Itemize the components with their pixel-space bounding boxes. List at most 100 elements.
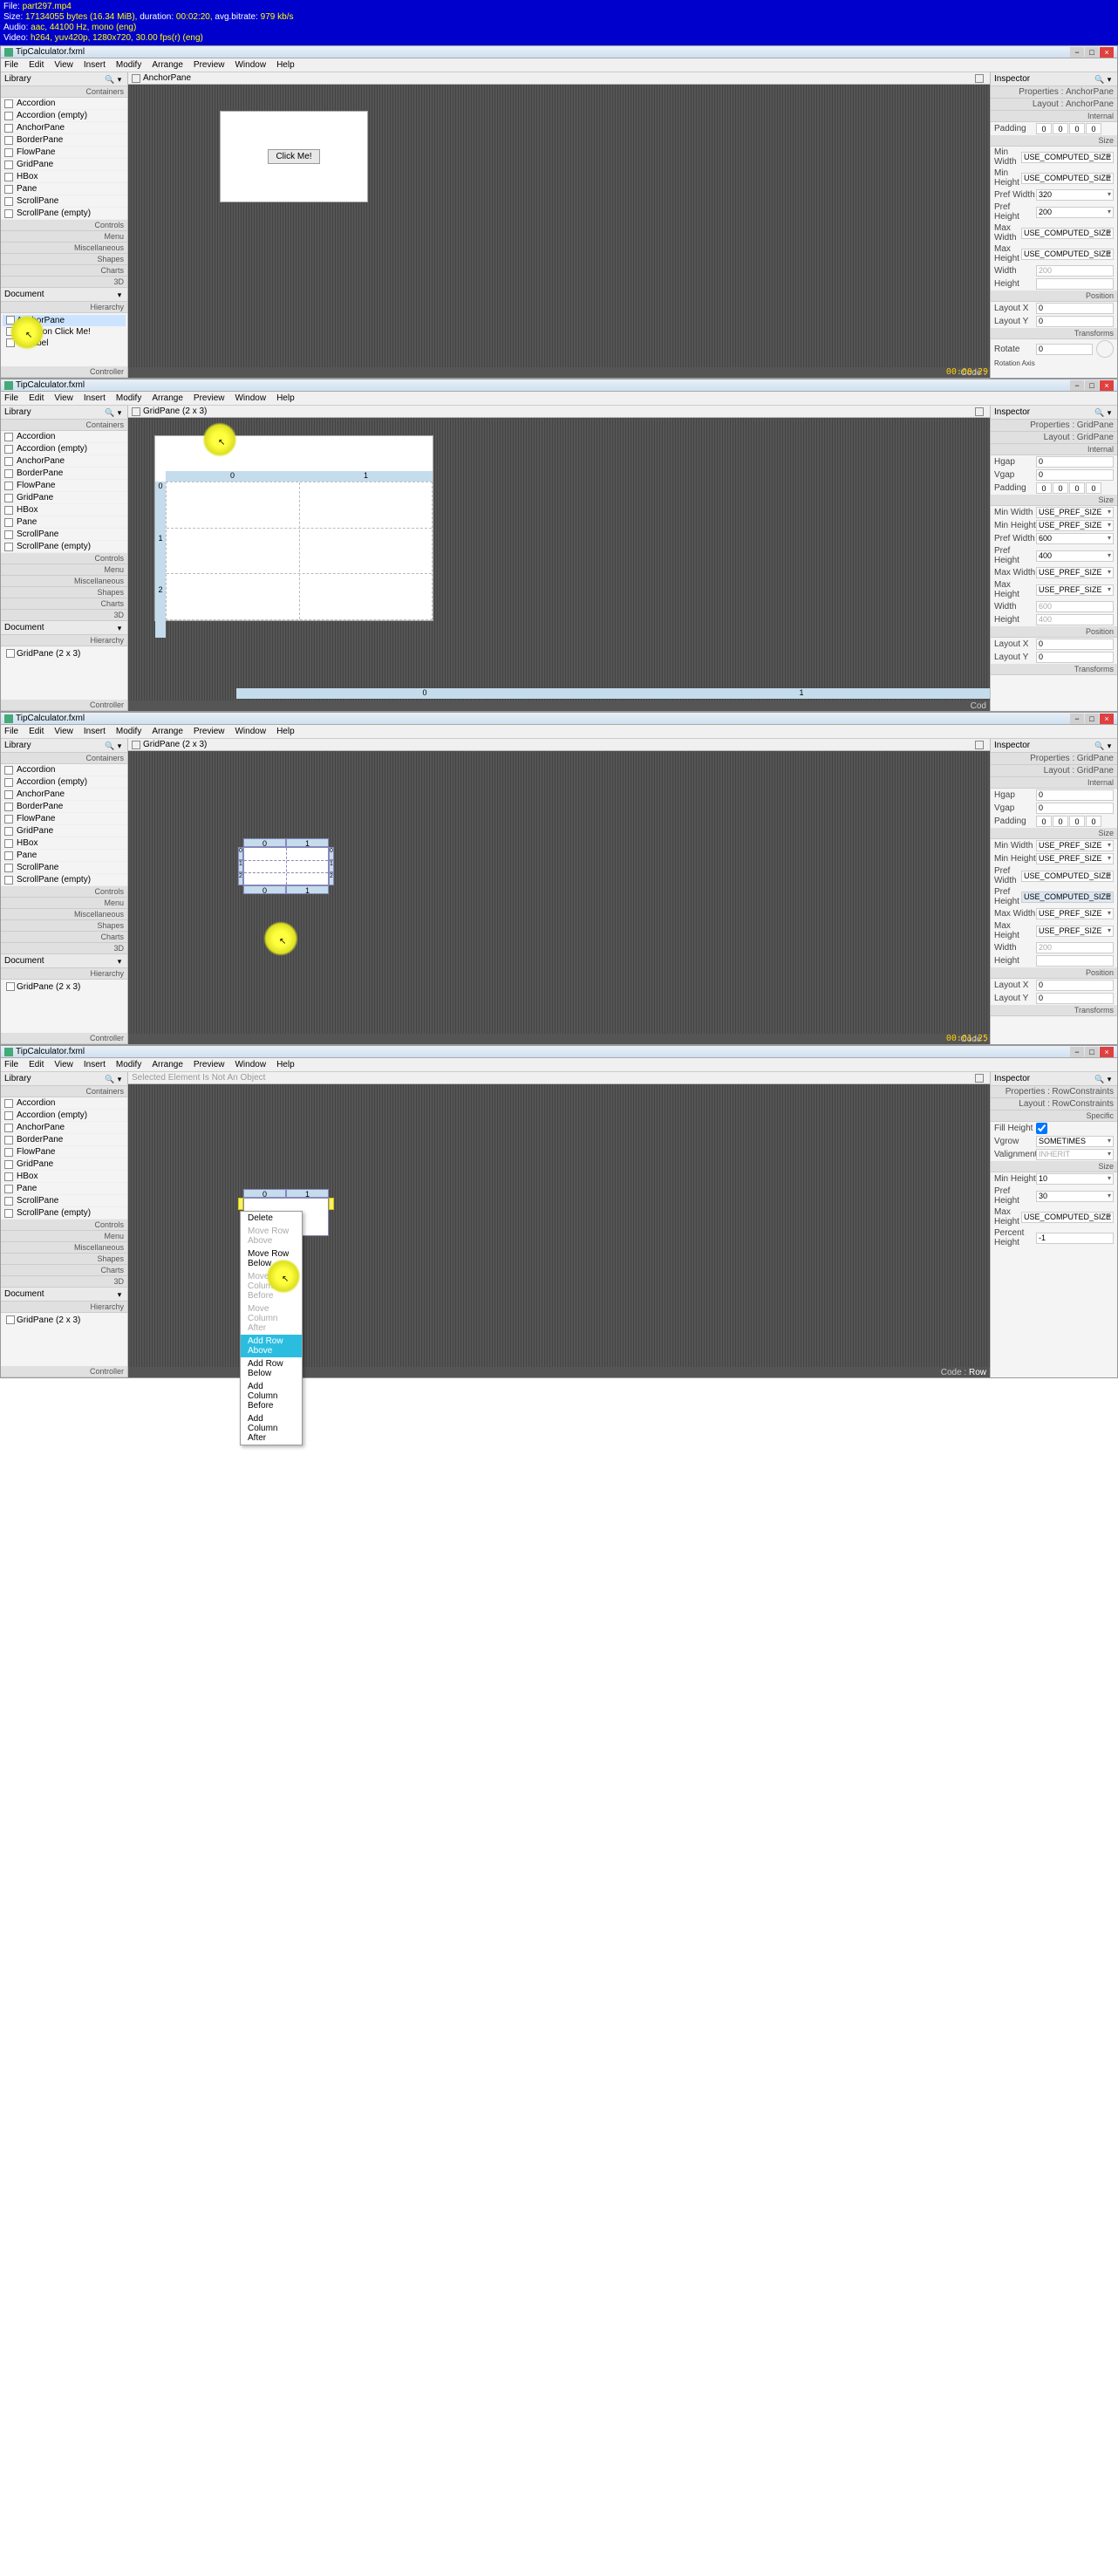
section-containers[interactable]: Containers <box>1 1086 127 1097</box>
menu-icon[interactable]: ▾ <box>1105 1075 1114 1083</box>
row-header-strip[interactable]: 0 1 2 <box>155 482 166 638</box>
titlebar[interactable]: TipCalculator.fxml − □ × <box>1 46 1117 58</box>
grid-body[interactable] <box>243 847 329 885</box>
menu-file[interactable]: File <box>4 393 18 403</box>
rotate-dial[interactable] <box>1096 340 1114 358</box>
min-height-input[interactable]: USE_COMPUTED_SIZE <box>1021 173 1114 184</box>
padding-bottom[interactable] <box>1069 816 1085 827</box>
ctx-delete[interactable]: Delete <box>241 1212 302 1225</box>
padding-right[interactable] <box>1053 482 1068 494</box>
gridpane-canvas[interactable]: 0 1 0 1 2 <box>154 435 433 621</box>
padding-right[interactable] <box>1053 816 1068 827</box>
menu-window[interactable]: Window <box>235 1060 266 1069</box>
section-misc[interactable]: Miscellaneous <box>1 243 127 254</box>
lib-item[interactable]: Accordion <box>1 431 127 443</box>
section-shapes[interactable]: Shapes <box>1 587 127 598</box>
min-height-input[interactable]: 10 <box>1036 1173 1114 1185</box>
lib-item[interactable]: HBox <box>1 171 127 183</box>
menu-view[interactable]: View <box>54 60 73 70</box>
rotate-input[interactable]: 0 <box>1036 344 1093 355</box>
max-height-input[interactable]: USE_PREF_SIZE <box>1036 584 1114 596</box>
menu-insert[interactable]: Insert <box>84 393 106 403</box>
click-me-button[interactable]: Click Me! <box>268 149 319 164</box>
search-icon[interactable]: 🔍 <box>105 1075 113 1083</box>
row-header-selected-right[interactable] <box>329 1198 334 1210</box>
tree-item-gridpane[interactable]: GridPane (2 x 3) <box>3 981 126 993</box>
menu-window[interactable]: Window <box>235 727 266 736</box>
section-charts[interactable]: Charts <box>1 265 127 277</box>
ctx-add-col-after[interactable]: Add Column After <box>241 1412 302 1445</box>
lib-item[interactable]: FlowPane <box>1 480 127 492</box>
pref-width-input[interactable]: USE_COMPUTED_SIZE <box>1021 871 1114 882</box>
menu-insert[interactable]: Insert <box>84 60 106 70</box>
hgap-input[interactable]: 0 <box>1036 456 1114 468</box>
section-controls[interactable]: Controls <box>1 553 127 564</box>
menu-file[interactable]: File <box>4 1060 18 1069</box>
section-misc[interactable]: Miscellaneous <box>1 909 127 920</box>
menu-edit[interactable]: Edit <box>29 393 44 403</box>
lib-item[interactable]: ScrollPane <box>1 529 127 541</box>
section-containers[interactable]: Containers <box>1 753 127 764</box>
maximize-button[interactable]: □ <box>1085 714 1099 724</box>
menu-insert[interactable]: Insert <box>84 727 106 736</box>
search-icon[interactable]: 🔍 <box>105 75 113 84</box>
menu-arrange[interactable]: Arrange <box>152 393 183 403</box>
section-misc[interactable]: Miscellaneous <box>1 1242 127 1254</box>
section-3d[interactable]: 3D <box>1 1276 127 1288</box>
menu-modify[interactable]: Modify <box>116 393 141 403</box>
padding-bottom[interactable] <box>1069 123 1085 134</box>
row-header-1[interactable]: 1 <box>155 534 166 586</box>
lib-item[interactable]: Pane <box>1 516 127 529</box>
canvas-area[interactable]: Click Me! <box>128 85 990 367</box>
min-height-input[interactable]: USE_PREF_SIZE <box>1036 520 1114 531</box>
search-icon[interactable]: 🔍 <box>1094 741 1103 750</box>
section-containers[interactable]: Containers <box>1 86 127 98</box>
lib-item[interactable]: Accordion (empty) <box>1 1110 127 1122</box>
menu-view[interactable]: View <box>54 393 73 403</box>
padding-left[interactable] <box>1086 816 1101 827</box>
lib-item[interactable]: HBox <box>1 504 127 516</box>
menu-modify[interactable]: Modify <box>116 1060 141 1069</box>
percent-height-input[interactable]: -1 <box>1036 1233 1114 1244</box>
lib-item[interactable]: ScrollPane <box>1 195 127 208</box>
minimize-button[interactable]: − <box>1070 1047 1084 1057</box>
menu-view[interactable]: View <box>54 727 73 736</box>
section-controller[interactable]: Controller <box>1 366 127 378</box>
lib-item[interactable]: Accordion <box>1 98 127 110</box>
section-menu[interactable]: Menu <box>1 898 127 909</box>
section-controller[interactable]: Controller <box>1 700 127 711</box>
section-hierarchy[interactable]: Hierarchy <box>1 302 127 313</box>
hgap-input[interactable]: 0 <box>1036 789 1114 801</box>
col-footer-strip[interactable]: 0 1 <box>236 688 990 699</box>
lib-item[interactable]: AnchorPane <box>1 455 127 468</box>
section-containers[interactable]: Containers <box>1 420 127 431</box>
section-menu[interactable]: Menu <box>1 564 127 576</box>
menu-icon[interactable]: ▾ <box>1105 408 1114 417</box>
menu-icon[interactable]: ▾ <box>115 957 124 966</box>
section-3d[interactable]: 3D <box>1 610 127 621</box>
max-height-input[interactable]: USE_COMPUTED_SIZE <box>1021 1212 1114 1223</box>
search-icon[interactable]: 🔍 <box>105 741 113 750</box>
lib-item[interactable]: Pane <box>1 183 127 195</box>
col-footer-strip[interactable]: 0 1 <box>243 885 329 894</box>
menu-edit[interactable]: Edit <box>29 60 44 70</box>
lib-item[interactable]: Accordion (empty) <box>1 443 127 455</box>
layoutx-input[interactable]: 0 <box>1036 980 1114 991</box>
lib-item[interactable]: FlowPane <box>1 147 127 159</box>
max-width-input[interactable]: USE_PREF_SIZE <box>1036 908 1114 919</box>
menu-icon[interactable]: ▾ <box>115 1075 124 1083</box>
menu-window[interactable]: Window <box>235 393 266 403</box>
padding-bottom[interactable] <box>1069 482 1085 494</box>
row-header-2[interactable]: 2 <box>155 585 166 638</box>
section-properties[interactable]: Properties : RowConstraints <box>991 1086 1117 1098</box>
section-shapes[interactable]: Shapes <box>1 254 127 265</box>
lib-item[interactable]: GridPane <box>1 1158 127 1171</box>
section-layout[interactable]: Layout : RowConstraints <box>991 1098 1117 1110</box>
col-header-strip[interactable]: 0 1 <box>166 471 433 482</box>
section-layout[interactable]: Layout : GridPane <box>991 432 1117 444</box>
section-charts[interactable]: Charts <box>1 932 127 943</box>
pref-height-input[interactable]: 30 <box>1036 1191 1114 1202</box>
section-layout[interactable]: Layout : AnchorPane <box>991 99 1117 111</box>
search-icon[interactable]: 🔍 <box>1094 75 1103 84</box>
lib-item[interactable]: Accordion (empty) <box>1 776 127 789</box>
